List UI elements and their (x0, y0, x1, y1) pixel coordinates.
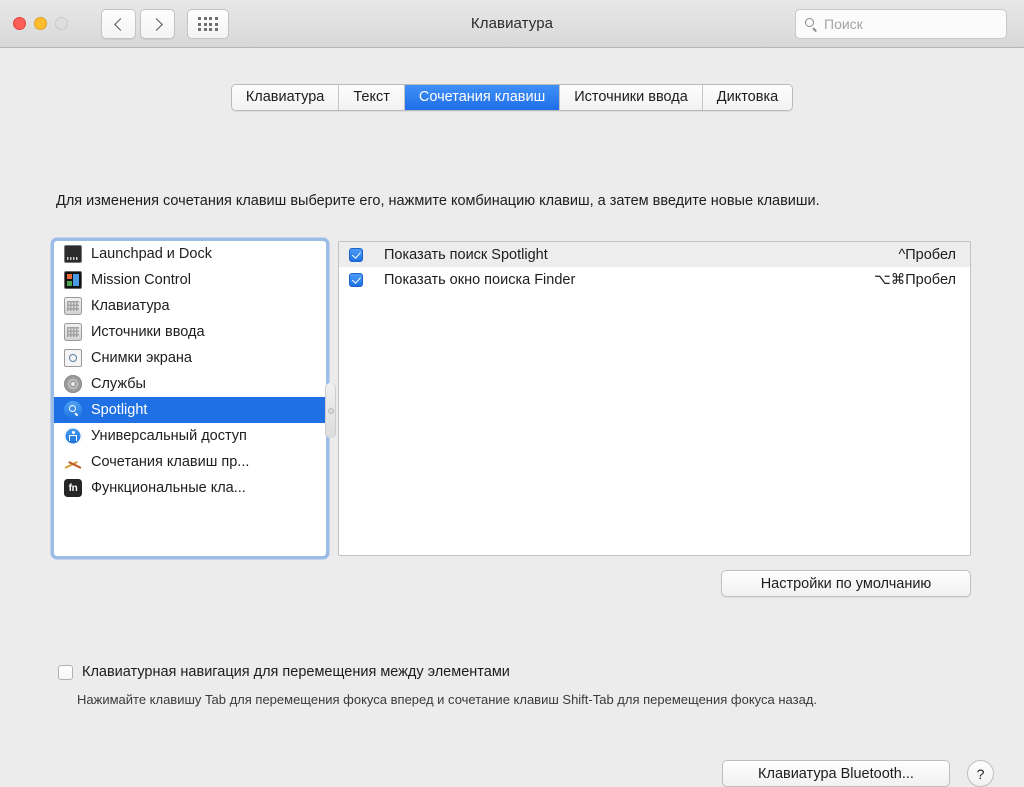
sidebar-item-services[interactable]: Службы (54, 371, 326, 397)
shortcut-checkbox[interactable] (349, 272, 363, 287)
shortcut-label: Показать поиск Spotlight (384, 246, 548, 263)
sidebar-item-app-shortcuts[interactable]: Сочетания клавиш пр... (54, 449, 326, 475)
screenshot-icon (64, 349, 82, 367)
sidebar-item-label: Launchpad и Dock (91, 246, 212, 262)
window-titlebar: Клавиатура Поиск (0, 0, 1024, 48)
mission-control-icon (64, 271, 82, 289)
help-button[interactable]: ? (967, 760, 994, 787)
sidebar-item-label: Универсальный доступ (91, 428, 247, 444)
shortcut-list[interactable]: Показать поиск Spotlight ^Пробел Показат… (338, 241, 971, 556)
sidebar-item-screenshots[interactable]: Снимки экрана (54, 345, 326, 371)
search-input[interactable]: Поиск (795, 9, 1007, 39)
table-row[interactable]: Показать поиск Spotlight ^Пробел (339, 242, 970, 267)
panel-splitter-handle[interactable] (325, 383, 336, 438)
tab-dictation[interactable]: Диктовка (702, 85, 793, 110)
tab-keyboard[interactable]: Клавиатура (231, 85, 340, 110)
category-list[interactable]: Launchpad и Dock Mission Control Клавиат… (53, 240, 327, 557)
sidebar-item-label: Mission Control (91, 272, 191, 288)
sidebar-item-keyboard[interactable]: Клавиатура (54, 293, 326, 319)
shortcut-label: Показать окно поиска Finder (384, 271, 576, 288)
sidebar-item-label: Снимки экрана (91, 350, 192, 366)
fn-key-icon: fn (64, 479, 82, 497)
sidebar-item-label: Spotlight (91, 402, 148, 418)
keyboard-icon (64, 297, 82, 315)
full-keyboard-access-hint: Нажимайте клавишу Tab для перемещения фо… (77, 692, 818, 707)
search-icon (805, 18, 817, 30)
shortcut-keys[interactable]: ^Пробел (898, 247, 956, 263)
app-shortcuts-icon (64, 453, 82, 471)
shortcut-checkbox[interactable] (349, 247, 363, 262)
full-keyboard-access-row[interactable]: Клавиатурная навигация для перемещения м… (58, 664, 510, 680)
tab-bar: Клавиатура Текст Сочетания клавиш Источн… (0, 84, 1024, 111)
keyboard-icon (64, 323, 82, 341)
table-row[interactable]: Показать окно поиска Finder ⌥⌘Пробел (339, 267, 970, 292)
spotlight-icon (64, 401, 82, 419)
sidebar-item-mission-control[interactable]: Mission Control (54, 267, 326, 293)
sidebar-item-label: Источники ввода (91, 324, 205, 340)
full-keyboard-access-checkbox[interactable] (58, 664, 73, 680)
instructions-text: Для изменения сочетания клавиш выберите … (56, 193, 820, 209)
sidebar-item-accessibility[interactable]: Универсальный доступ (54, 423, 326, 449)
launchpad-dock-icon (64, 245, 82, 263)
tab-shortcuts[interactable]: Сочетания клавиш (404, 85, 561, 110)
search-placeholder: Поиск (824, 16, 863, 32)
services-gear-icon (64, 375, 82, 393)
restore-defaults-button[interactable]: Настройки по умолчанию (721, 570, 971, 597)
sidebar-item-label: Сочетания клавиш пр... (91, 454, 250, 470)
sidebar-item-launchpad-dock[interactable]: Launchpad и Dock (54, 241, 326, 267)
sidebar-item-spotlight[interactable]: Spotlight (54, 397, 326, 423)
tab-text[interactable]: Текст (339, 85, 405, 110)
full-keyboard-access-label: Клавиатурная навигация для перемещения м… (82, 664, 510, 680)
sidebar-item-label: Функциональные кла... (91, 480, 246, 496)
sidebar-item-label: Службы (91, 376, 146, 392)
tab-input-sources[interactable]: Источники ввода (560, 85, 703, 110)
sidebar-item-input-sources[interactable]: Источники ввода (54, 319, 326, 345)
bluetooth-keyboard-button[interactable]: Клавиатура Bluetooth... (722, 760, 950, 787)
preferences-pane: Клавиатура Текст Сочетания клавиш Источн… (0, 48, 1024, 787)
sidebar-item-function-keys[interactable]: fn Функциональные кла... (54, 475, 326, 501)
shortcut-keys[interactable]: ⌥⌘Пробел (874, 272, 956, 288)
sidebar-item-label: Клавиатура (91, 298, 170, 314)
accessibility-icon (64, 427, 82, 445)
